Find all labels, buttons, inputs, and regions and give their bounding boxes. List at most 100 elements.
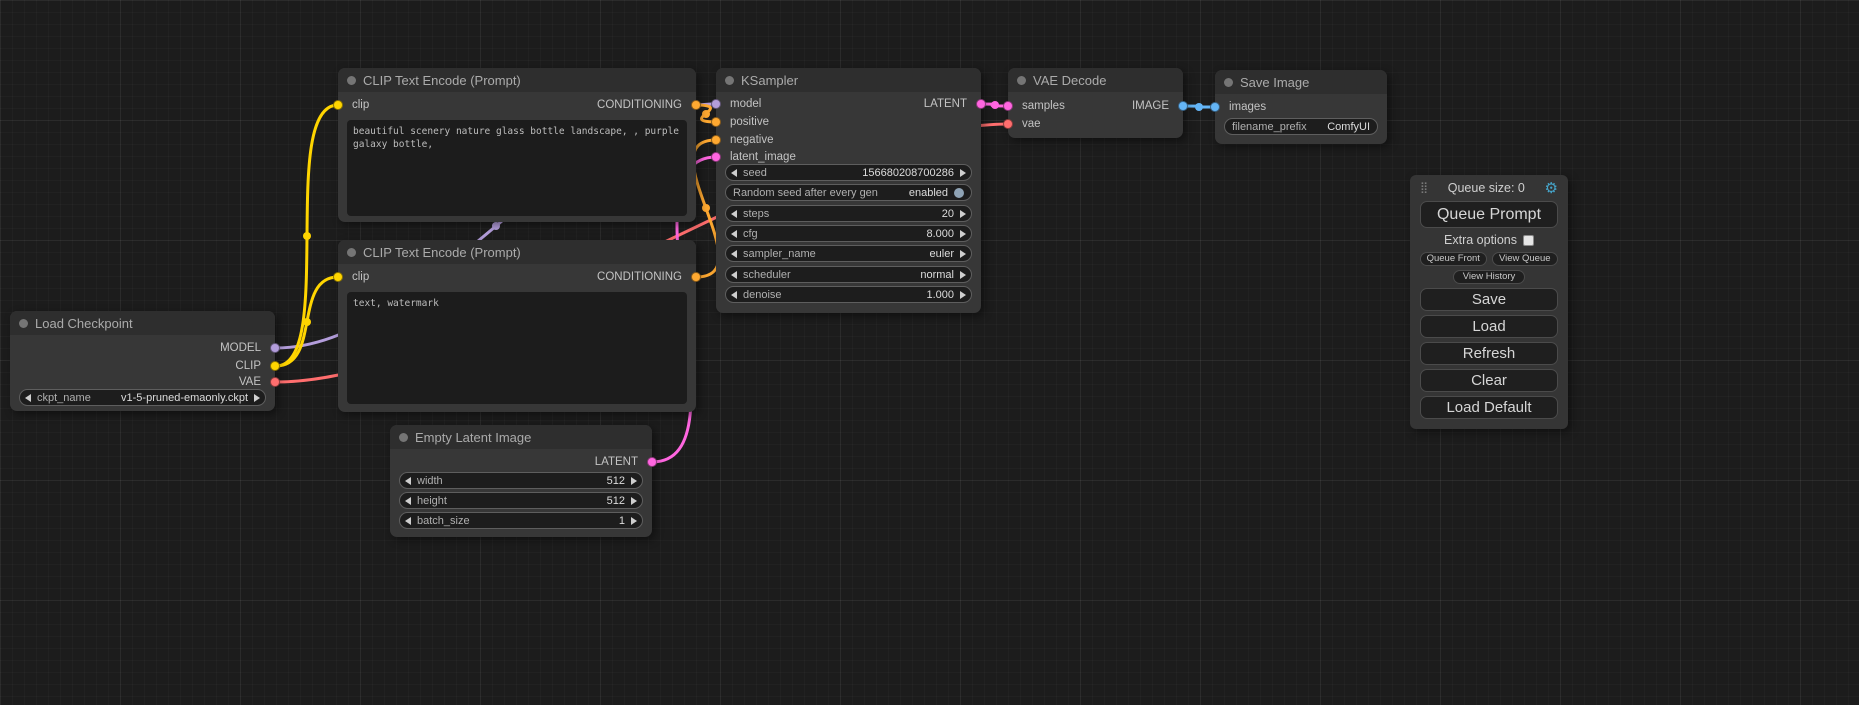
stepper-right-icon[interactable] [960, 291, 966, 299]
node-title: CLIP Text Encode (Prompt) [363, 73, 521, 88]
images-input-port[interactable] [1210, 102, 1220, 112]
conditioning-output-port[interactable] [691, 272, 701, 282]
node-title-bar[interactable]: KSampler [716, 68, 981, 92]
ckpt-name-widget[interactable]: ckpt_name v1-5-pruned-emaonly.ckpt [19, 389, 266, 406]
node-vae-decode[interactable]: VAE Decode samples IMAGE vae [1008, 68, 1183, 138]
stepper-right-icon[interactable] [631, 477, 637, 485]
widget-value: 1 [619, 515, 625, 527]
stepper-left-icon[interactable] [731, 250, 737, 258]
wire-midpoint-dot [1195, 103, 1203, 111]
stepper-left-icon[interactable] [405, 477, 411, 485]
latent-output-port[interactable] [647, 457, 657, 467]
image-output-port[interactable] [1178, 101, 1188, 111]
wire-midpoint-dot [303, 318, 311, 326]
latent-image-input-port[interactable] [711, 152, 721, 162]
save-button[interactable]: Save [1420, 288, 1558, 311]
settings-gear-icon[interactable]: ⚙ [1545, 181, 1558, 196]
stepper-right-icon[interactable] [254, 394, 260, 402]
negative-prompt-textarea[interactable]: text, watermark [347, 292, 687, 404]
stepper-left-icon[interactable] [25, 394, 31, 402]
clear-button[interactable]: Clear [1420, 369, 1558, 392]
stepper-left-icon[interactable] [405, 517, 411, 525]
queue-front-button[interactable]: Queue Front [1420, 252, 1487, 266]
stepper-left-icon[interactable] [405, 497, 411, 505]
stepper-left-icon[interactable] [731, 230, 737, 238]
negative-input-port[interactable] [711, 135, 721, 145]
filename-prefix-widget[interactable]: filename_prefix ComfyUI [1224, 118, 1378, 135]
port-label-conditioning: CONDITIONING [597, 271, 682, 283]
node-title-bar[interactable]: Save Image [1215, 70, 1387, 94]
conditioning-output-port[interactable] [691, 100, 701, 110]
positive-prompt-textarea[interactable]: beautiful scenery nature glass bottle la… [347, 120, 687, 216]
scheduler-widget[interactable]: scheduler normal [725, 266, 972, 283]
drag-handle-icon[interactable]: ⣿ [1420, 183, 1428, 194]
node-empty-latent-image[interactable]: Empty Latent Image LATENT width 512 heig… [390, 425, 652, 537]
steps-widget[interactable]: steps 20 [725, 205, 972, 222]
queue-panel-header: ⣿ Queue size: 0 ⚙ [1420, 179, 1558, 197]
wire-midpoint-dot [492, 222, 500, 230]
stepper-right-icon[interactable] [960, 169, 966, 177]
port-label-latent: LATENT [924, 98, 967, 110]
batch-size-widget[interactable]: batch_size 1 [399, 512, 643, 529]
stepper-left-icon[interactable] [731, 271, 737, 279]
stepper-left-icon[interactable] [731, 210, 737, 218]
node-title: CLIP Text Encode (Prompt) [363, 245, 521, 260]
stepper-right-icon[interactable] [631, 497, 637, 505]
node-save-image[interactable]: Save Image images filename_prefix ComfyU… [1215, 70, 1387, 144]
model-output-port[interactable] [270, 343, 280, 353]
node-title-bar[interactable]: CLIP Text Encode (Prompt) [338, 68, 696, 92]
stepper-left-icon[interactable] [731, 169, 737, 177]
cfg-widget[interactable]: cfg 8.000 [725, 225, 972, 242]
node-graph-canvas[interactable]: Load Checkpoint MODEL CLIP VAE ckpt_name… [0, 0, 1859, 705]
seed-widget[interactable]: seed 156680208700286 [725, 164, 972, 181]
random-seed-toggle-widget[interactable]: Random seed after every gen enabled [725, 184, 972, 201]
node-title-bar[interactable]: Load Checkpoint [10, 311, 275, 335]
port-label-positive: positive [730, 116, 769, 128]
load-default-button[interactable]: Load Default [1420, 396, 1558, 419]
vae-output-port[interactable] [270, 377, 280, 387]
latent-output-port[interactable] [976, 99, 986, 109]
extra-options-row: Extra options [1420, 232, 1558, 248]
node-title: Save Image [1240, 75, 1309, 90]
node-status-icon [347, 76, 356, 85]
node-clip-text-encode-positive[interactable]: CLIP Text Encode (Prompt) clip CONDITION… [338, 68, 696, 222]
stepper-right-icon[interactable] [960, 271, 966, 279]
sampler-name-widget[interactable]: sampler_name euler [725, 245, 972, 262]
node-title-bar[interactable]: VAE Decode [1008, 68, 1183, 92]
node-load-checkpoint[interactable]: Load Checkpoint MODEL CLIP VAE ckpt_name… [10, 311, 275, 411]
stepper-right-icon[interactable] [960, 210, 966, 218]
stepper-right-icon[interactable] [960, 230, 966, 238]
widget-value: 512 [607, 475, 625, 487]
view-queue-button[interactable]: View Queue [1492, 252, 1559, 266]
stepper-right-icon[interactable] [631, 517, 637, 525]
refresh-button[interactable]: Refresh [1420, 342, 1558, 365]
wire-midpoint-dot [303, 232, 311, 240]
denoise-widget[interactable]: denoise 1.000 [725, 286, 972, 303]
toggle-knob-icon[interactable] [954, 188, 964, 198]
node-status-icon [1224, 78, 1233, 87]
port-label-images: images [1229, 101, 1266, 113]
wire-clip-positive [276, 105, 338, 366]
vae-input-port[interactable] [1003, 119, 1013, 129]
node-title-bar[interactable]: CLIP Text Encode (Prompt) [338, 240, 696, 264]
queue-prompt-button[interactable]: Queue Prompt [1420, 201, 1558, 228]
node-status-icon [1017, 76, 1026, 85]
widget-label: scheduler [743, 269, 791, 281]
node-title-bar[interactable]: Empty Latent Image [390, 425, 652, 449]
widget-value: 1.000 [926, 289, 954, 301]
width-widget[interactable]: width 512 [399, 472, 643, 489]
widget-label: seed [743, 167, 767, 179]
positive-input-port[interactable] [711, 117, 721, 127]
stepper-right-icon[interactable] [960, 250, 966, 258]
extra-options-checkbox[interactable] [1523, 235, 1534, 246]
load-button[interactable]: Load [1420, 315, 1558, 338]
queue-panel[interactable]: ⣿ Queue size: 0 ⚙ Queue Prompt Extra opt… [1410, 175, 1568, 429]
widget-value: euler [930, 248, 954, 260]
view-history-button[interactable]: View History [1453, 270, 1525, 284]
clip-output-port[interactable] [270, 361, 280, 371]
wire-midpoint-dot [991, 101, 999, 109]
node-clip-text-encode-negative[interactable]: CLIP Text Encode (Prompt) clip CONDITION… [338, 240, 696, 412]
node-ksampler[interactable]: KSampler model LATENT positive negative … [716, 68, 981, 313]
stepper-left-icon[interactable] [731, 291, 737, 299]
height-widget[interactable]: height 512 [399, 492, 643, 509]
